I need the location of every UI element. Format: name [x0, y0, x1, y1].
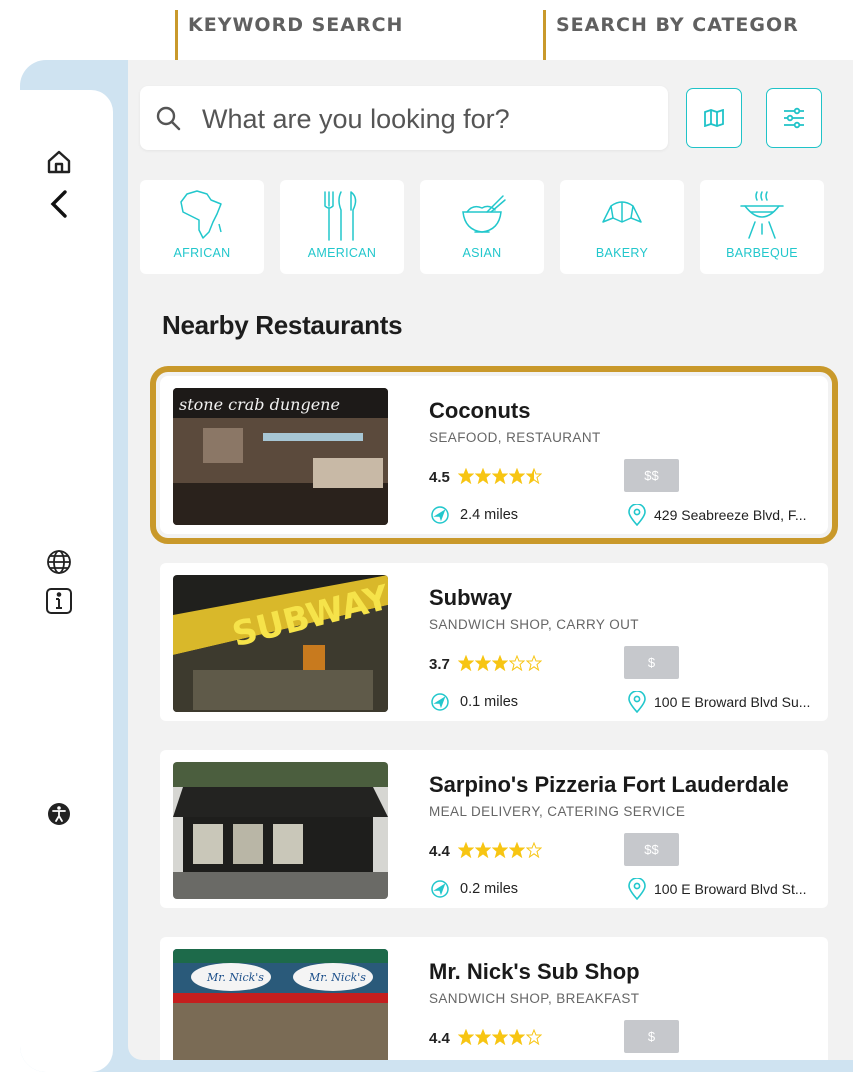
- restaurant-card[interactable]: SUBWAY Subway SANDWICH SHOP, CARRY OUT 3…: [160, 563, 828, 721]
- restaurant-category: SEAFOOD, RESTAURANT: [429, 430, 601, 445]
- star-full-icon: [492, 468, 508, 484]
- photo-sign: Mr. Nick's: [206, 971, 264, 984]
- rating-value: 4.4: [429, 843, 450, 860]
- restaurant-category: MEAL DELIVERY, CATERING SERVICE: [429, 804, 686, 819]
- star-empty-icon: [526, 1029, 542, 1045]
- filter-sliders-icon: [784, 107, 804, 129]
- star-full-icon: [475, 1029, 491, 1045]
- search-bar[interactable]: [140, 86, 668, 150]
- address: 100 E Broward Blvd St...: [654, 881, 807, 897]
- star-full-icon: [458, 468, 474, 484]
- star-full-icon: [475, 842, 491, 858]
- restaurant-photo: Mr. Nick's Mr. Nick's: [173, 949, 388, 1060]
- category-label: AFRICAN: [173, 246, 231, 260]
- category-label: BARBEQUE: [726, 246, 798, 260]
- star-empty-icon: [526, 842, 542, 858]
- star-full-icon: [458, 1029, 474, 1045]
- navigation-icon: [431, 506, 449, 524]
- grill-icon: [740, 191, 784, 239]
- search-input[interactable]: [200, 96, 654, 142]
- category-search-callout: SEARCH BY CATEGOR: [556, 14, 799, 36]
- category-row: AFRICAN AMERICAN ASIAN BAKERY BARBEQUE: [140, 180, 853, 274]
- address: 100 E Broward Blvd Su...: [654, 694, 811, 710]
- home-icon[interactable]: [45, 148, 73, 176]
- restaurant-name: Sarpino's Pizzeria Fort Lauderdale: [429, 772, 789, 797]
- category-label: AMERICAN: [307, 246, 377, 260]
- bowl-chopsticks-icon: [462, 195, 506, 233]
- star-full-icon: [509, 468, 525, 484]
- rating-value: 4.5: [429, 469, 450, 486]
- map-icon: [704, 109, 724, 127]
- search-icon: [156, 106, 181, 131]
- info-icon[interactable]: [45, 587, 73, 615]
- restaurant-name: Subway: [429, 585, 513, 610]
- star-full-icon: [492, 1029, 508, 1045]
- restaurant-card[interactable]: stone crab dungene Coconuts SEAFOOD, RES…: [150, 366, 838, 544]
- star-rating: [458, 655, 542, 671]
- croissant-icon: [602, 201, 642, 223]
- star-rating: [458, 468, 542, 484]
- location-pin-icon: [628, 691, 646, 713]
- star-full-icon: [492, 655, 508, 671]
- price-badge: $$: [624, 459, 679, 492]
- star-empty-icon: [526, 655, 542, 671]
- navigation-icon: [431, 880, 449, 898]
- star-full-icon: [509, 842, 525, 858]
- section-title: Nearby Restaurants: [162, 310, 403, 340]
- main-content: AFRICAN AMERICAN ASIAN: [128, 60, 853, 1060]
- africa-icon: [180, 190, 222, 239]
- star-full-icon: [509, 1029, 525, 1045]
- photo-sign: Mr. Nick's: [308, 971, 366, 984]
- star-full-icon: [492, 842, 508, 858]
- star-full-icon: [475, 468, 491, 484]
- photo-sign: stone crab dungene: [179, 395, 340, 414]
- price-badge: $: [624, 1020, 679, 1053]
- category-african[interactable]: AFRICAN: [140, 180, 264, 274]
- restaurant-photo: [173, 762, 388, 899]
- distance: 2.4 miles: [460, 507, 519, 523]
- filter-button[interactable]: [766, 88, 822, 148]
- star-rating: [458, 842, 542, 858]
- category-barbeque[interactable]: BARBEQUE: [700, 180, 824, 274]
- location-pin-icon: [628, 504, 646, 526]
- restaurant-photo: SUBWAY: [173, 575, 388, 712]
- star-rating: [458, 1029, 542, 1045]
- address: 429 Seabreeze Blvd, F...: [654, 507, 807, 523]
- rating-value: 4.4: [429, 1030, 450, 1047]
- star-half-icon: [526, 468, 542, 484]
- distance: 0.2 miles: [460, 881, 519, 897]
- star-full-icon: [458, 655, 474, 671]
- accessibility-icon[interactable]: [45, 800, 73, 828]
- price-badge: $: [624, 646, 679, 679]
- back-chevron-icon[interactable]: [45, 188, 73, 218]
- category-label: ASIAN: [462, 246, 502, 260]
- category-bakery[interactable]: BAKERY: [560, 180, 684, 274]
- restaurant-card[interactable]: Mr. Nick's Mr. Nick's Mr. Nick's Sub Sho…: [160, 937, 828, 1060]
- sidebar: [20, 90, 113, 1072]
- star-full-icon: [458, 842, 474, 858]
- restaurant-photo: stone crab dungene: [173, 388, 388, 525]
- star-full-icon: [475, 655, 491, 671]
- restaurant-card[interactable]: Sarpino's Pizzeria Fort Lauderdale MEAL …: [160, 750, 828, 908]
- category-label: BAKERY: [595, 246, 649, 260]
- price-badge: $$: [624, 833, 679, 866]
- kiosk-frame: AFRICAN AMERICAN ASIAN: [20, 60, 853, 1072]
- restaurant-name: Coconuts: [429, 398, 531, 423]
- location-pin-icon: [628, 878, 646, 900]
- restaurant-name: Mr. Nick's Sub Shop: [429, 959, 640, 984]
- cutlery-icon: [324, 191, 357, 241]
- rating-value: 3.7: [429, 656, 450, 673]
- category-american[interactable]: AMERICAN: [280, 180, 404, 274]
- star-empty-icon: [509, 655, 525, 671]
- category-asian[interactable]: ASIAN: [420, 180, 544, 274]
- map-button[interactable]: [686, 88, 742, 148]
- navigation-icon: [431, 693, 449, 711]
- globe-icon[interactable]: [45, 548, 73, 576]
- keyword-search-callout: KEYWORD SEARCH: [188, 14, 404, 36]
- distance: 0.1 miles: [460, 694, 519, 710]
- restaurant-category: SANDWICH SHOP, BREAKFAST: [429, 991, 640, 1006]
- restaurant-category: SANDWICH SHOP, CARRY OUT: [429, 617, 639, 632]
